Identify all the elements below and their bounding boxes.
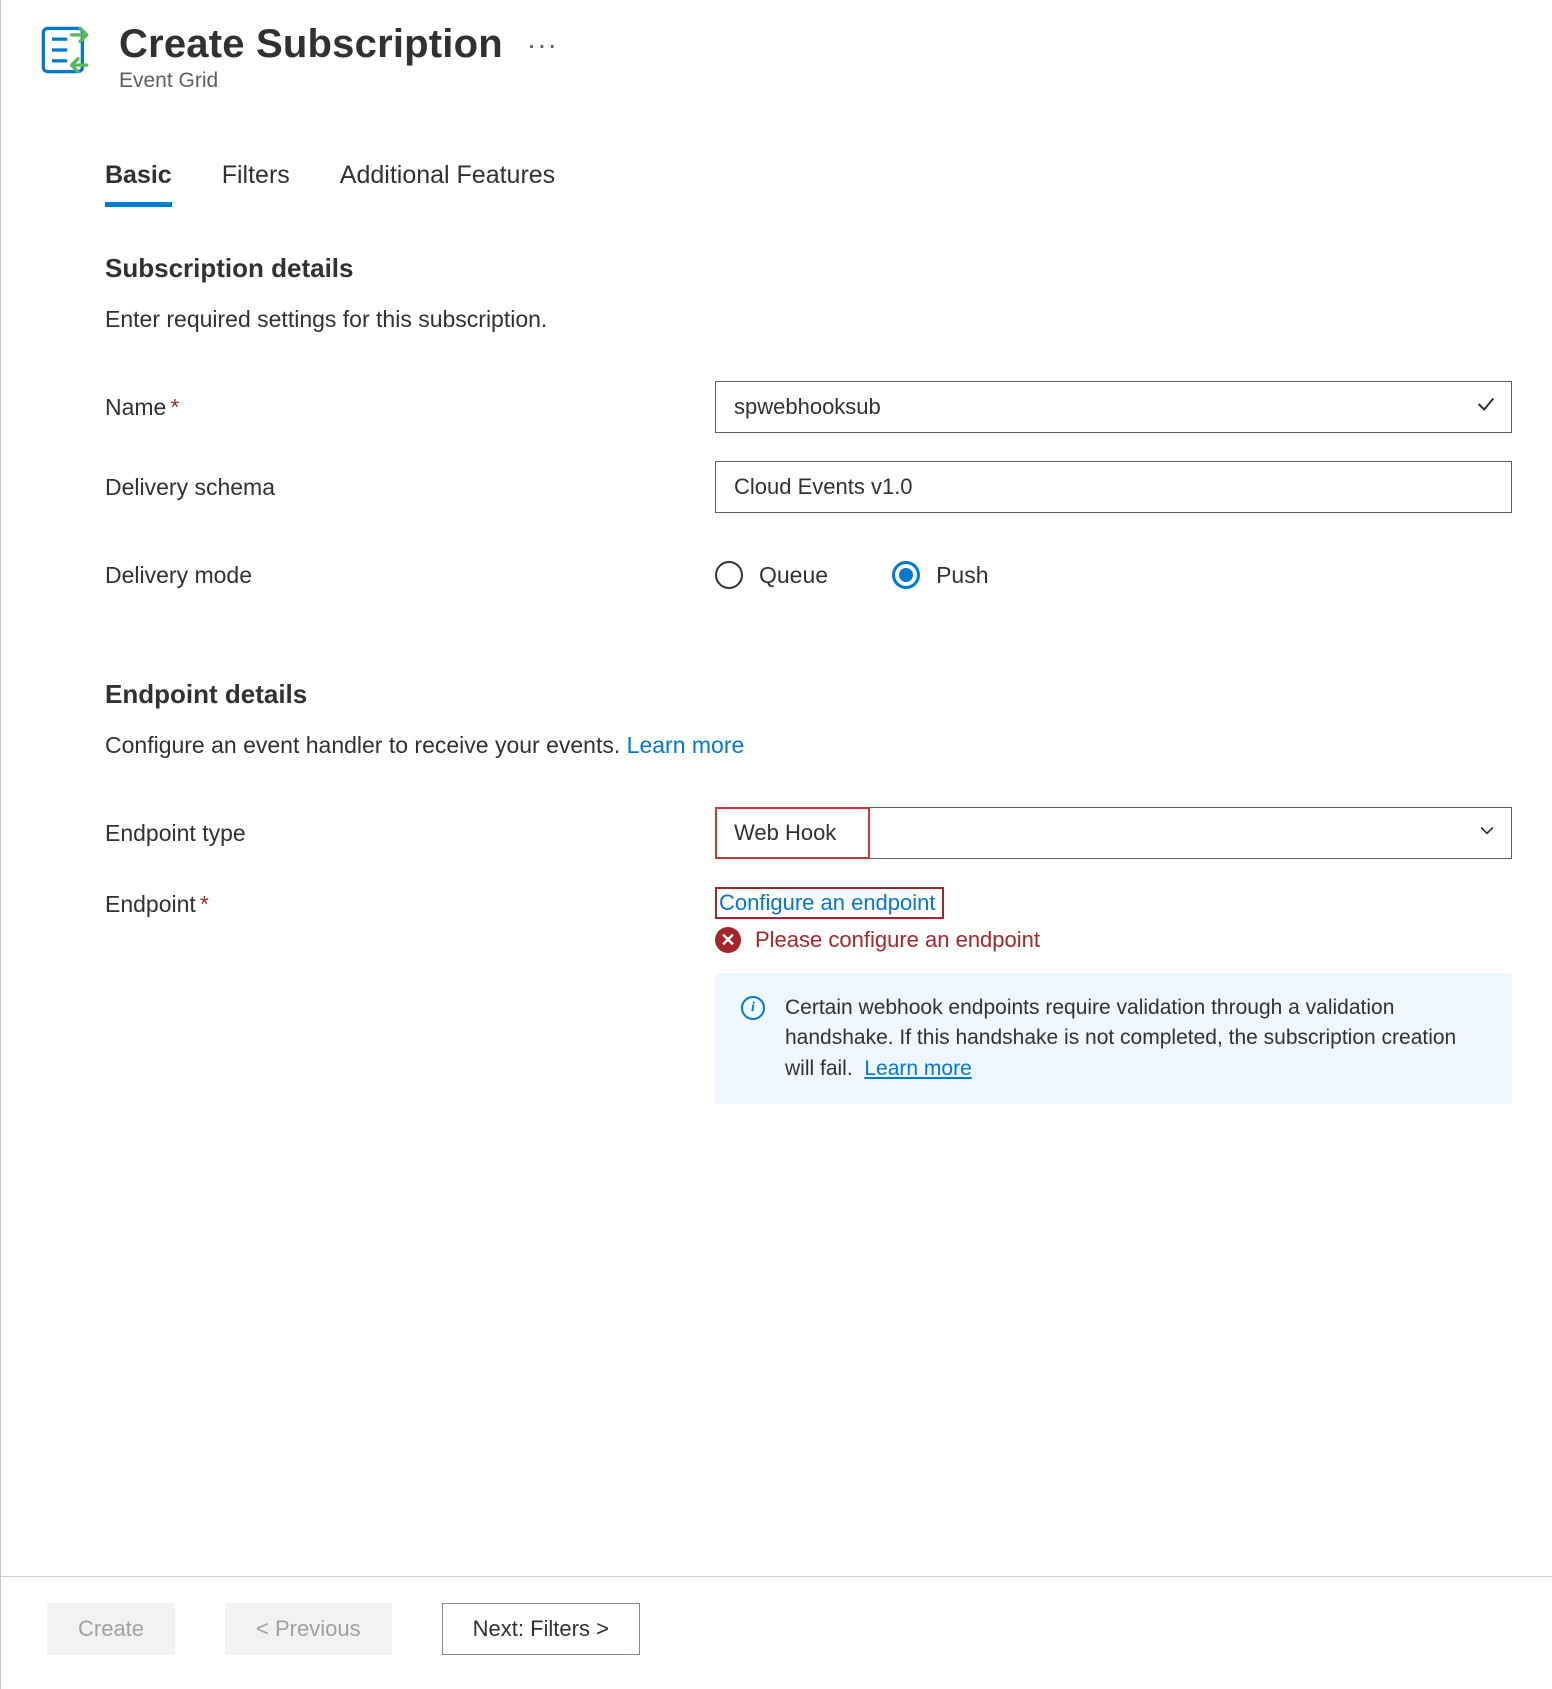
page-title: Create Subscription [119,22,503,67]
name-label: Name* [105,394,715,421]
endpoint-desc-text: Configure an event handler to receive yo… [105,732,620,758]
schema-label: Delivery schema [105,474,715,501]
endpoint-label: Endpoint* [105,887,715,918]
endpoint-error: ✕ Please configure an endpoint [715,927,1512,953]
webhook-info-box: i Certain webhook endpoints require vali… [715,973,1512,1104]
mode-radio-group: Queue Push [715,561,1512,589]
radio-circle-icon [715,561,743,589]
subscription-details-heading: Subscription details [105,253,1512,284]
header-text: Create Subscription ··· Event Grid [119,22,1552,93]
error-icon: ✕ [715,927,741,953]
name-value: spwebhooksub [734,394,881,420]
required-asterisk: * [170,394,179,420]
chevron-down-icon [1477,820,1497,846]
endpoint-type-value: Web Hook [734,820,836,846]
endpoint-type-select[interactable]: Web Hook [715,807,1512,859]
info-text: Certain webhook endpoints require valida… [785,993,1486,1084]
mode-queue-label: Queue [759,562,828,589]
info-learn-more-link[interactable]: Learn more [864,1057,971,1080]
mode-label: Delivery mode [105,562,715,589]
endpoint-type-label: Endpoint type [105,820,715,847]
required-asterisk: * [200,891,209,917]
next-button[interactable]: Next: Filters > [442,1603,640,1655]
event-grid-icon [39,24,91,76]
create-button[interactable]: Create [47,1603,175,1655]
configure-endpoint-link[interactable]: Configure an endpoint [715,887,944,919]
tab-basic[interactable]: Basic [105,161,172,207]
page-header: Create Subscription ··· Event Grid [1,0,1552,93]
mode-push-label: Push [936,562,988,589]
tab-filters[interactable]: Filters [222,161,290,207]
info-icon: i [741,996,765,1020]
endpoint-details-desc: Configure an event handler to receive yo… [105,732,1512,759]
endpoint-learn-more-link[interactable]: Learn more [627,732,745,758]
create-subscription-page: Create Subscription ··· Event Grid Basic… [0,0,1552,1689]
tab-content: Subscription details Enter required sett… [105,207,1512,1104]
name-label-text: Name [105,394,166,420]
endpoint-label-text: Endpoint [105,891,196,917]
mode-push-radio[interactable]: Push [892,561,988,589]
subscription-details-desc: Enter required settings for this subscri… [105,306,1512,333]
schema-value: Cloud Events v1.0 [734,474,913,500]
name-input[interactable]: spwebhooksub [715,381,1512,433]
more-actions-button[interactable]: ··· [527,31,558,59]
page-subtitle: Event Grid [119,69,1552,93]
check-icon [1475,393,1497,421]
tab-additional-features[interactable]: Additional Features [340,161,555,207]
endpoint-error-text: Please configure an endpoint [755,927,1040,953]
endpoint-details-heading: Endpoint details [105,679,1512,710]
mode-queue-radio[interactable]: Queue [715,561,828,589]
previous-button[interactable]: < Previous [225,1603,392,1655]
tab-strip: Basic Filters Additional Features [105,161,1552,207]
radio-circle-icon [892,561,920,589]
wizard-footer: Create < Previous Next: Filters > [1,1576,1552,1689]
schema-select[interactable]: Cloud Events v1.0 [715,461,1512,513]
